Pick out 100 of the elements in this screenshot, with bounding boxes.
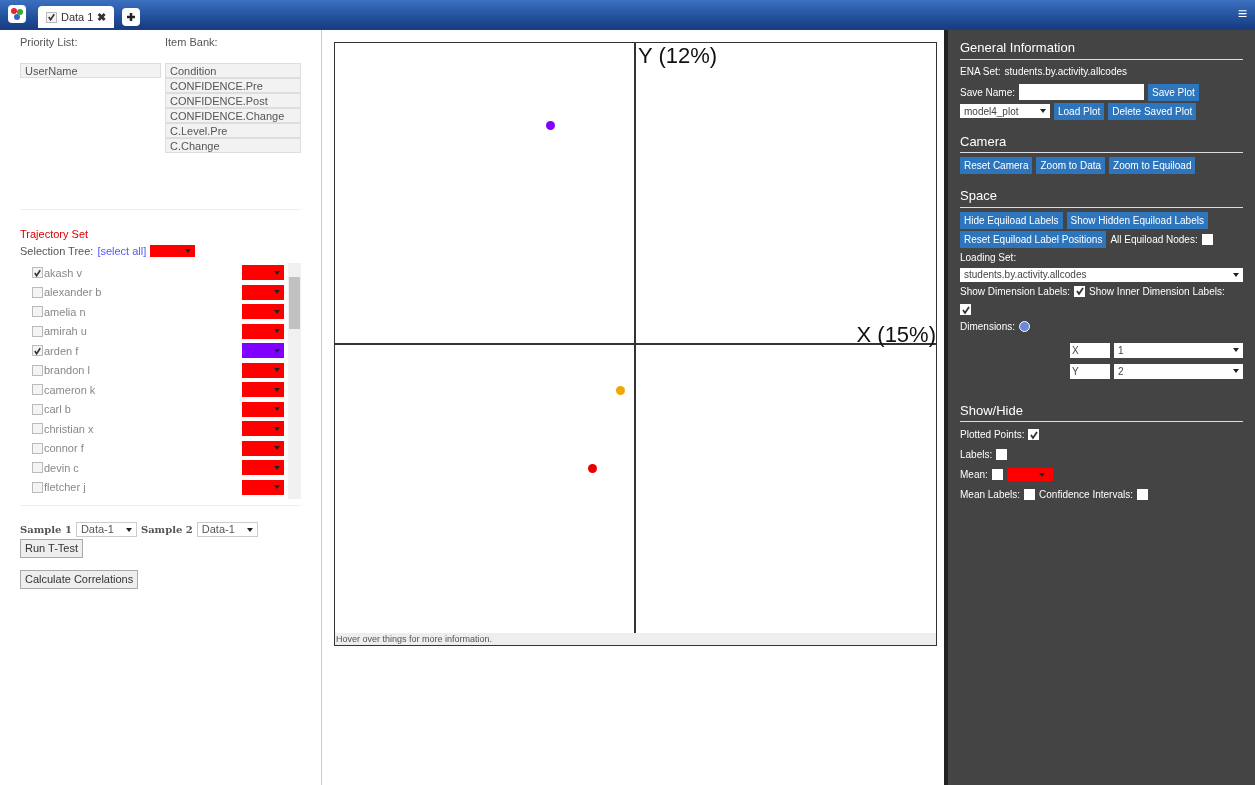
field-label: Save Name: — [960, 85, 1016, 100]
action-button[interactable]: Hide Equiload Labels — [960, 211, 1063, 229]
list-item[interactable]: Condition — [165, 62, 301, 78]
saved-plot-dropdown[interactable]: model4_plot — [960, 104, 1050, 118]
caret-icon — [274, 309, 280, 314]
checkbox[interactable] — [996, 449, 1008, 460]
checkbox[interactable] — [960, 304, 971, 316]
action-button[interactable]: Show Hidden Equiload Labels — [1066, 211, 1208, 229]
caret-icon — [185, 248, 192, 253]
checkbox[interactable] — [1024, 489, 1036, 500]
checkbox[interactable] — [32, 306, 43, 318]
data-point[interactable] — [588, 464, 597, 473]
color-select[interactable] — [150, 244, 196, 257]
section-title: Trajectory Set — [20, 227, 90, 242]
checkbox[interactable] — [32, 384, 43, 396]
list-item[interactable]: cameron k — [44, 381, 242, 398]
field-label: Sample 1 — [20, 523, 72, 537]
field-label: ENA Set: — [960, 64, 1001, 79]
dimension-dropdown[interactable]: 2 — [1114, 363, 1243, 379]
checkbox[interactable] — [32, 286, 43, 298]
list-item[interactable]: devin c — [44, 459, 242, 476]
axis-name-field[interactable]: Y — [1070, 363, 1110, 379]
color-select[interactable] — [242, 460, 284, 476]
scrollbar[interactable] — [288, 263, 301, 499]
tab[interactable]: Data 1 ✖ — [38, 6, 115, 28]
field-label: Sample 2 — [140, 523, 193, 537]
color-select[interactable] — [1006, 468, 1053, 481]
checkbox[interactable] — [32, 423, 43, 435]
color-select[interactable] — [242, 401, 284, 417]
checkbox[interactable] — [32, 364, 43, 376]
action-button[interactable]: Zoom to Equiload — [1109, 157, 1196, 174]
list-label: Item Bank: — [165, 35, 219, 50]
action-button[interactable]: Load Plot — [1054, 102, 1105, 120]
action-button[interactable]: Delete Saved Plot — [1108, 102, 1197, 120]
color-select[interactable] — [242, 265, 284, 281]
caret-icon — [125, 527, 132, 532]
color-select[interactable] — [242, 284, 284, 300]
action-button[interactable]: Reset Camera — [960, 157, 1033, 174]
field-label: Show Inner Dimension Labels: — [1089, 284, 1225, 299]
action-button[interactable]: Save Plot — [1148, 83, 1199, 101]
sample-dropdown[interactable]: Data-1 — [196, 522, 258, 537]
checkbox[interactable] — [32, 442, 43, 454]
checkbox[interactable] — [1137, 489, 1148, 500]
list-item[interactable]: amelia n — [44, 303, 242, 320]
action-button[interactable]: Zoom to Data — [1036, 157, 1106, 174]
caret-icon — [1233, 272, 1239, 277]
caret-icon — [274, 387, 280, 392]
color-select[interactable] — [242, 343, 284, 359]
section-title: General Information — [960, 38, 1243, 60]
caret-icon — [1040, 109, 1046, 113]
list-item[interactable]: fletcher j — [44, 479, 242, 496]
list-item[interactable]: christian x — [44, 420, 242, 437]
sample-dropdown[interactable]: Data-1 — [75, 522, 137, 537]
field-label: Loading Set: — [960, 250, 1018, 265]
list-item[interactable]: akash v — [44, 264, 242, 281]
color-select[interactable] — [242, 304, 284, 320]
checkbox[interactable] — [32, 481, 43, 493]
add-tab-button[interactable] — [122, 8, 141, 26]
checkbox[interactable] — [1201, 233, 1213, 245]
color-select[interactable] — [242, 323, 284, 339]
save-name-field[interactable] — [1019, 84, 1145, 100]
data-point[interactable] — [546, 121, 555, 130]
axis-name-field[interactable]: X — [1070, 342, 1110, 358]
info-icon[interactable] — [1019, 320, 1031, 332]
caret-icon — [274, 368, 280, 373]
list-item[interactable]: arden f — [44, 342, 242, 359]
action-button[interactable]: Run T-Test — [20, 539, 83, 558]
color-select[interactable] — [242, 440, 284, 456]
list-item[interactable]: carl b — [44, 401, 242, 418]
list-item[interactable]: UserName — [20, 62, 161, 78]
checkbox[interactable] — [1028, 429, 1040, 440]
menu-icon[interactable]: ≡ — [1237, 6, 1247, 22]
color-select[interactable] — [242, 382, 284, 398]
plot-area[interactable]: Y (12%) X (15%) Hover over things for more information. — [334, 42, 937, 646]
action-button[interactable]: Reset Equiload Label Positions — [960, 230, 1107, 248]
checkbox[interactable] — [32, 345, 43, 357]
list-item[interactable]: amirah u — [44, 323, 242, 340]
color-select[interactable] — [242, 479, 284, 495]
field-label: All Equiload Nodes: — [1110, 232, 1198, 247]
field-label: Labels: — [960, 448, 993, 462]
field-label: Mean Labels: — [960, 488, 1021, 502]
checkbox[interactable] — [32, 267, 43, 279]
checkbox[interactable] — [32, 403, 43, 415]
checkbox[interactable] — [46, 11, 57, 23]
loading-set-dropdown[interactable]: students.by.activity.allcodes — [960, 267, 1243, 282]
checkbox[interactable] — [32, 462, 43, 474]
color-select[interactable] — [242, 421, 284, 437]
checkbox[interactable] — [991, 469, 1003, 480]
dimension-dropdown[interactable]: 1 — [1114, 342, 1243, 358]
caret-icon — [274, 348, 280, 353]
list-item[interactable]: brandon l — [44, 362, 242, 379]
checkbox[interactable] — [1074, 285, 1086, 297]
list-item[interactable]: alexander b — [44, 284, 242, 301]
select-all-link[interactable]: [select all] — [97, 242, 147, 259]
close-icon[interactable]: ✖ — [97, 8, 107, 26]
list-item[interactable]: connor f — [44, 440, 242, 457]
field-label: Plotted Points: — [960, 428, 1025, 442]
color-select[interactable] — [242, 362, 284, 378]
checkbox[interactable] — [32, 325, 43, 337]
action-button[interactable]: Calculate Correlations — [20, 570, 139, 589]
